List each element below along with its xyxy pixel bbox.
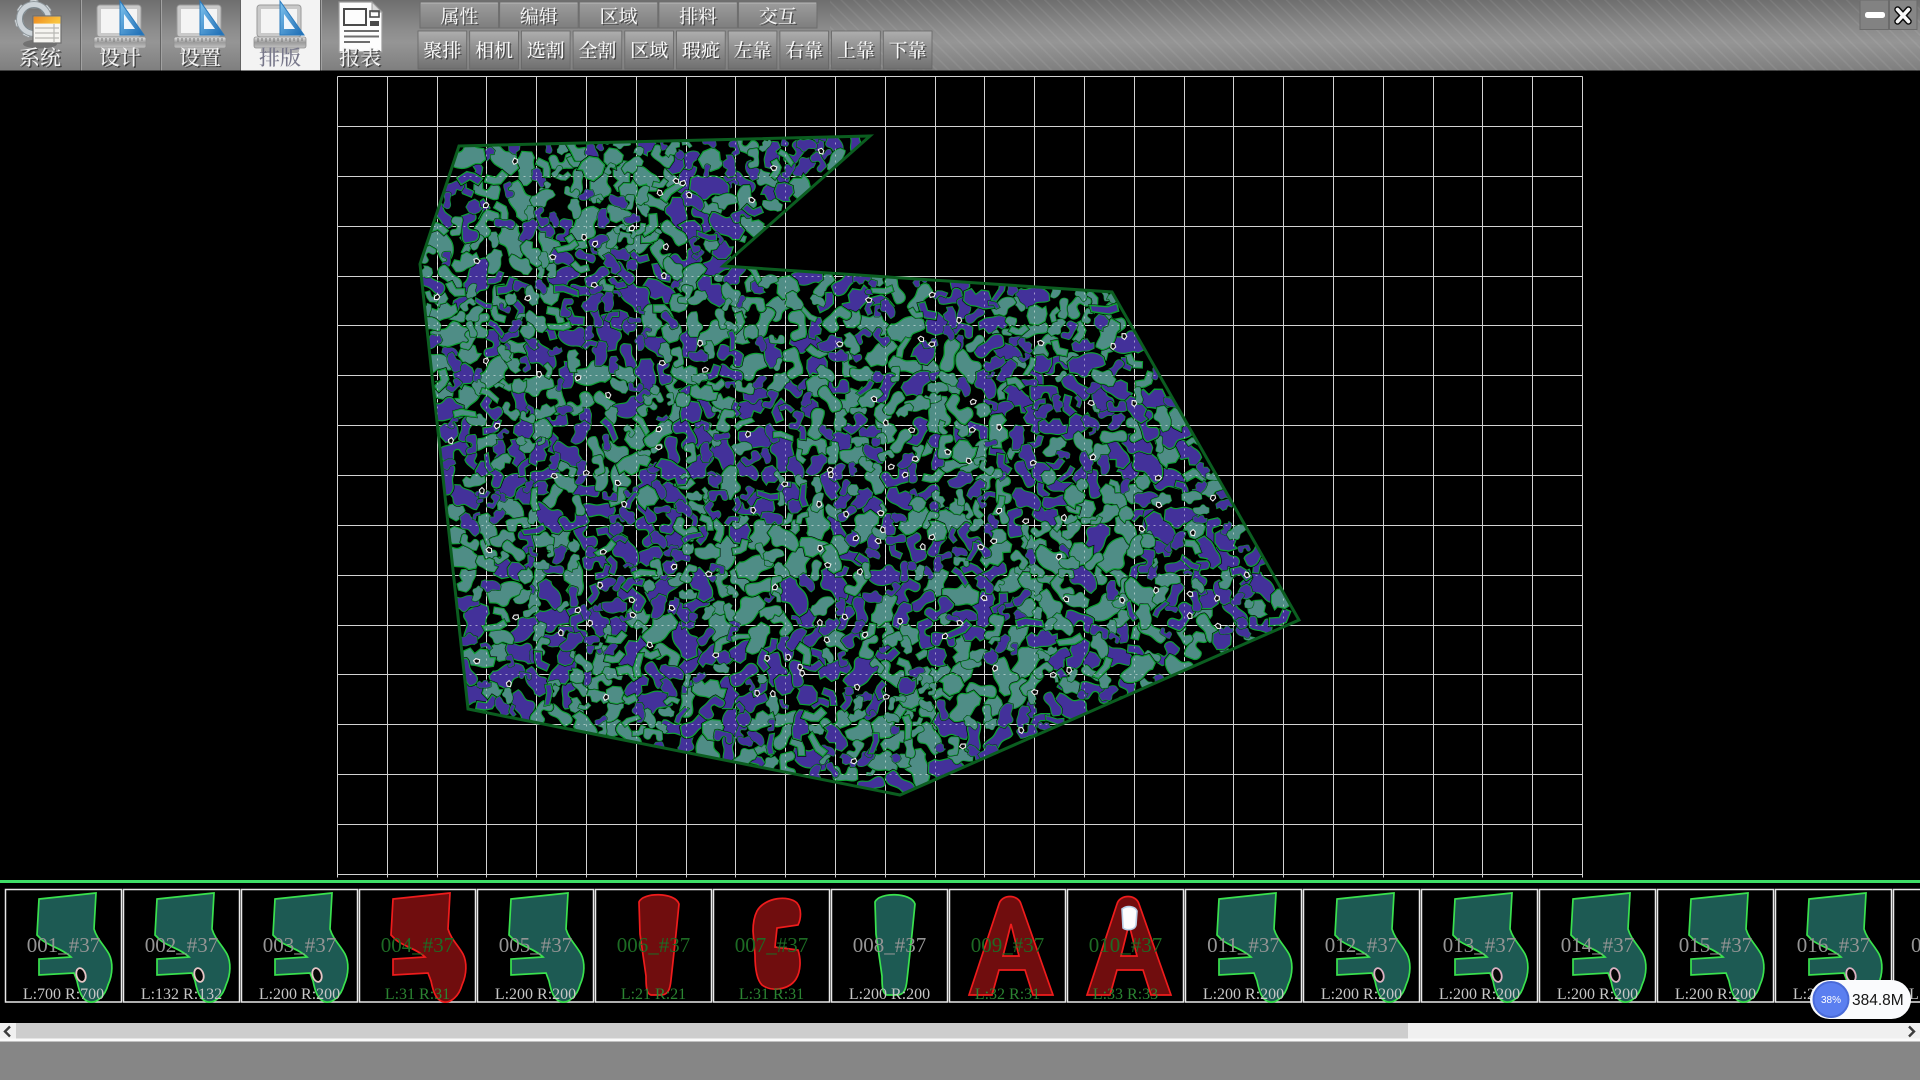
svg-text:L:200 R:200: L:200 R:200 — [1203, 986, 1284, 1003]
svg-text:007_#37: 007_#37 — [735, 933, 809, 957]
svg-text:013_#37: 013_#37 — [1443, 933, 1517, 957]
svg-text:L:21 R:21: L:21 R:21 — [621, 986, 686, 1003]
svg-text:011_#37: 011_#37 — [1207, 933, 1280, 957]
svg-text:015_#37: 015_#37 — [1679, 933, 1753, 957]
svg-text:L:200 R:200: L:200 R:200 — [849, 986, 930, 1003]
svg-text:L:200 R:200: L:200 R:200 — [1675, 986, 1756, 1003]
svg-text:L:200 R:200: L:200 R:200 — [1439, 986, 1520, 1003]
svg-text:0: 0 — [1911, 933, 1920, 957]
svg-text:L:33 R:33: L:33 R:33 — [1093, 986, 1158, 1003]
svg-text:L:31 R:31: L:31 R:31 — [739, 986, 804, 1003]
svg-text:004_#37: 004_#37 — [381, 933, 455, 957]
svg-text:005_#37: 005_#37 — [499, 933, 573, 957]
svg-text:L:200 R:200: L:200 R:200 — [1321, 986, 1402, 1003]
svg-text:38%: 38% — [1821, 995, 1841, 1006]
svg-text:003_#37: 003_#37 — [263, 933, 337, 957]
svg-text:L:700 R:700: L:700 R:700 — [23, 986, 104, 1003]
svg-text:L:200 R:200: L:200 R:200 — [495, 986, 576, 1003]
svg-text:016_#37: 016_#37 — [1797, 933, 1871, 957]
svg-text:009_#37: 009_#37 — [971, 933, 1045, 957]
svg-text:006_#37: 006_#37 — [617, 933, 691, 957]
svg-text:L:200 R:200: L:200 R:200 — [1557, 986, 1638, 1003]
svg-text:L:32 R:31: L:32 R:31 — [975, 986, 1040, 1003]
svg-text:010_#37: 010_#37 — [1089, 933, 1163, 957]
svg-text:L:132 R:132: L:132 R:132 — [141, 986, 222, 1003]
svg-text:384.8M: 384.8M — [1852, 992, 1904, 1009]
svg-text:014_#37: 014_#37 — [1561, 933, 1635, 957]
svg-text:001_#37: 001_#37 — [27, 933, 101, 957]
svg-text:L:200 R:200: L:200 R:200 — [259, 986, 340, 1003]
svg-text:012_#37: 012_#37 — [1325, 933, 1399, 957]
svg-text:002_#37: 002_#37 — [145, 933, 219, 957]
svg-text:008_#37: 008_#37 — [853, 933, 927, 957]
svg-text:L:31 R:31: L:31 R:31 — [385, 986, 450, 1003]
